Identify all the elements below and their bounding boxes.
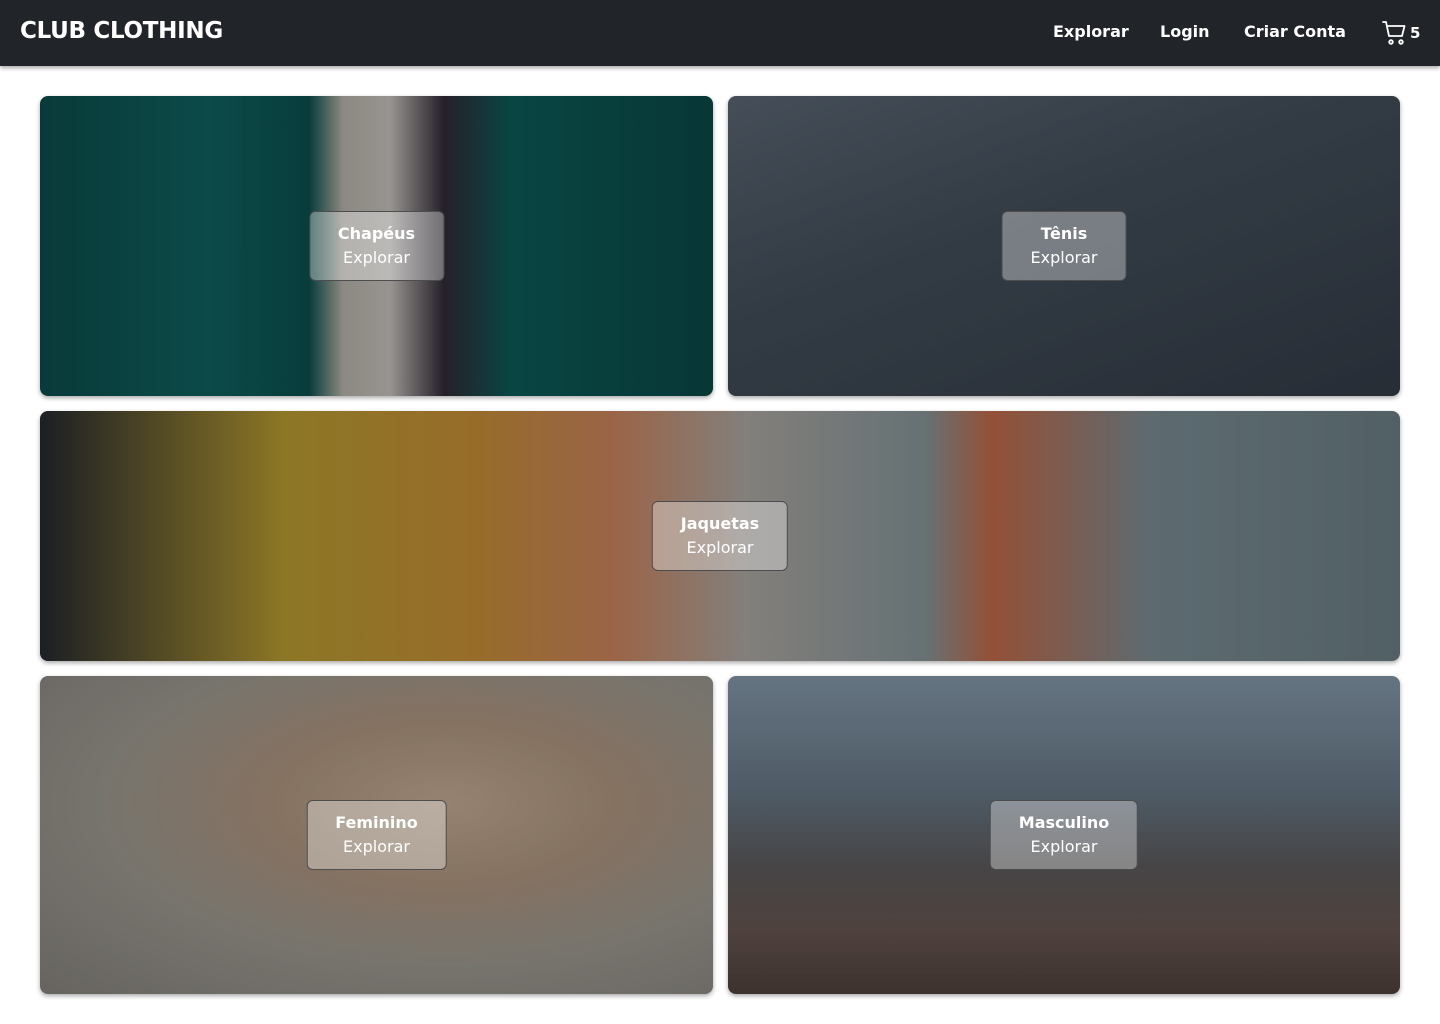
- category-label[interactable]: Feminino Explorar: [306, 800, 447, 870]
- nav-login-link[interactable]: Login: [1160, 22, 1210, 44]
- top-navbar: CLUB CLOTHING Explorar Login Criar Conta…: [0, 0, 1440, 66]
- explore-link[interactable]: Explorar: [1031, 246, 1098, 270]
- category-card-feminino[interactable]: Feminino Explorar: [40, 676, 713, 994]
- category-label[interactable]: Jaquetas Explorar: [651, 501, 789, 571]
- brand-logo[interactable]: CLUB CLOTHING: [20, 18, 223, 44]
- category-label[interactable]: Chapéus Explorar: [308, 211, 445, 281]
- shopping-cart-icon: [1382, 21, 1406, 45]
- category-title: Jaquetas: [680, 514, 760, 533]
- explore-link[interactable]: Explorar: [1019, 835, 1109, 859]
- explore-link[interactable]: Explorar: [335, 835, 418, 859]
- category-card-masculino[interactable]: Masculino Explorar: [728, 676, 1400, 994]
- explore-link[interactable]: Explorar: [681, 536, 759, 560]
- category-title: Tênis: [1040, 224, 1088, 243]
- category-label[interactable]: Masculino Explorar: [989, 800, 1139, 870]
- nav-criar-conta-link[interactable]: Criar Conta: [1244, 22, 1346, 44]
- category-card-chapeus[interactable]: Chapéus Explorar: [40, 96, 713, 396]
- explore-link[interactable]: Explorar: [338, 246, 415, 270]
- nav-explorar-link[interactable]: Explorar: [1053, 22, 1129, 44]
- category-card-tenis[interactable]: Tênis Explorar: [728, 96, 1400, 396]
- category-label[interactable]: Tênis Explorar: [1001, 211, 1127, 281]
- category-title: Feminino: [335, 813, 418, 832]
- cart-button[interactable]: 5: [1382, 19, 1430, 47]
- category-title: Masculino: [1018, 813, 1110, 832]
- category-card-jaquetas[interactable]: Jaquetas Explorar: [40, 411, 1400, 661]
- cart-count: 5: [1410, 24, 1421, 42]
- category-title: Chapéus: [337, 224, 416, 243]
